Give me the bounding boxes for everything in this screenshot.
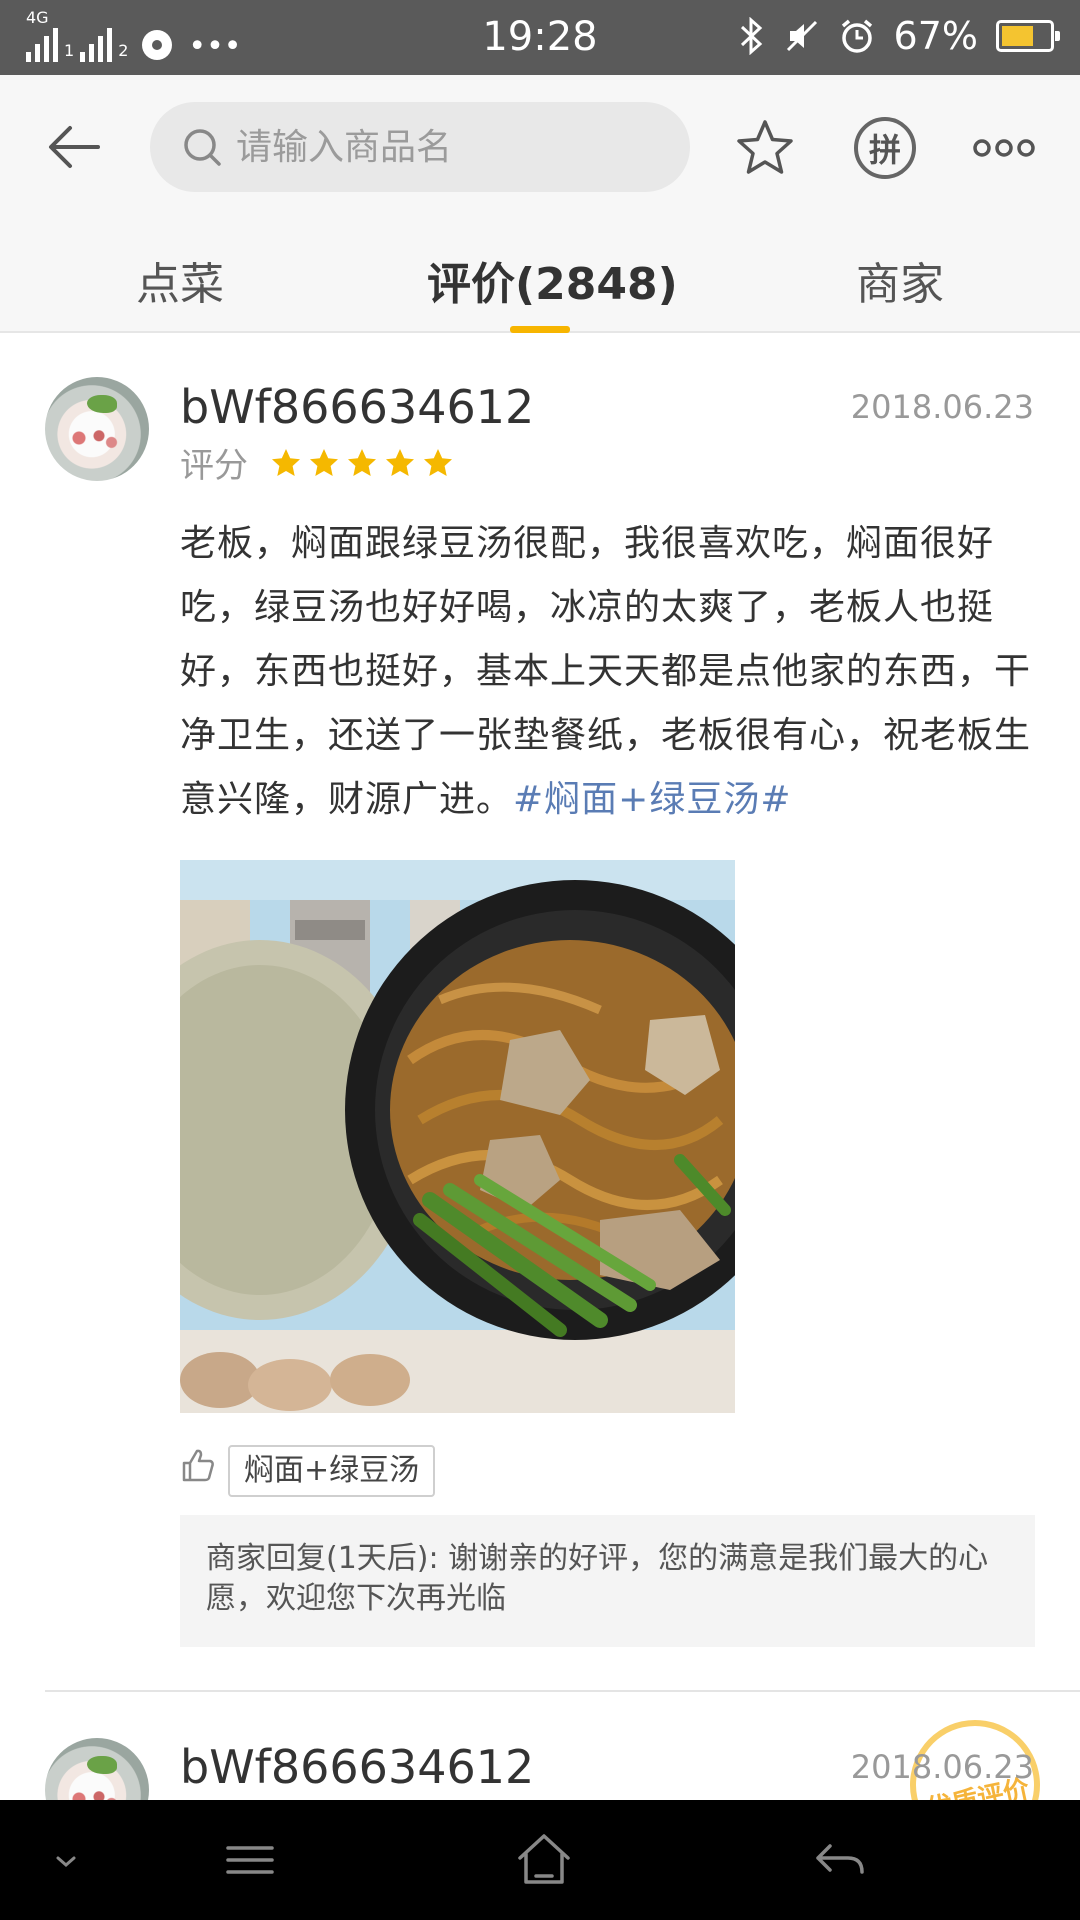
- thumbs-up-icon[interactable]: [180, 1447, 216, 1483]
- tab-merchant[interactable]: 商家: [856, 248, 944, 312]
- review-body: 老板，焖面跟绿豆汤很配，我很喜欢吃，焖面很好吃，绿豆汤也好好喝，冰凉的太爽了，老…: [180, 523, 1032, 820]
- status-right: 67%: [736, 14, 1060, 58]
- star-icon: [310, 448, 338, 476]
- more-options-icon[interactable]: [972, 117, 1036, 179]
- rating-row: 评分: [180, 438, 454, 487]
- review-photo[interactable]: [180, 860, 735, 1413]
- home-icon[interactable]: [512, 1828, 576, 1892]
- rating-stars: [270, 447, 454, 479]
- tab-order[interactable]: 点菜: [136, 248, 224, 312]
- review-divider: [45, 1690, 1080, 1692]
- star-icon: [348, 448, 376, 476]
- rating-label: 评分: [180, 446, 248, 486]
- chevron-down-icon[interactable]: [36, 1828, 96, 1892]
- top-navigation: 拼: [0, 75, 1080, 220]
- status-bar: 4G 1 2 ••• 19:28 67%: [0, 0, 1080, 75]
- star-icon: [386, 448, 414, 476]
- star-icon: [272, 448, 300, 476]
- group-order-pin-icon[interactable]: 拼: [854, 117, 916, 179]
- merchant-reply: 商家回复(1天后): 谢谢亲的好评，您的满意是我们最大的心愿，欢迎您下次再光临: [180, 1515, 1035, 1647]
- favorite-star-icon[interactable]: [734, 117, 796, 179]
- star-icon: [424, 448, 452, 476]
- pin-label: 拼: [868, 131, 901, 169]
- mute-icon: [786, 20, 817, 52]
- tab-bar: 点菜 评价(2848) 商家: [0, 220, 1080, 333]
- active-tab-indicator: [510, 326, 570, 333]
- search-bar[interactable]: [150, 102, 690, 192]
- alarm-icon: [841, 19, 872, 53]
- review-username: bWf866634612: [180, 1740, 535, 1794]
- search-icon: [184, 129, 221, 166]
- system-navigation-bar: [0, 1800, 1080, 1920]
- review-hashtag[interactable]: #焖面+绿豆汤#: [513, 779, 792, 820]
- review-text: 老板，焖面跟绿豆汤很配，我很喜欢吃，焖面很好吃，绿豆汤也好好喝，冰凉的太爽了，老…: [180, 512, 1040, 832]
- search-input[interactable]: [236, 126, 636, 168]
- food-photo-image: [180, 860, 735, 1413]
- review-date: 2018.06.23: [850, 1748, 1034, 1786]
- dish-tag[interactable]: 焖面+绿豆汤: [228, 1445, 436, 1497]
- avatar[interactable]: [45, 377, 149, 481]
- back-icon[interactable]: [808, 1828, 872, 1892]
- back-arrow-icon[interactable]: [44, 117, 104, 177]
- bluetooth-icon: [740, 17, 762, 55]
- review-username: bWf866634612: [180, 380, 535, 434]
- menu-icon[interactable]: [218, 1828, 282, 1892]
- tab-reviews[interactable]: 评价(2848): [427, 248, 678, 312]
- battery-icon: [996, 20, 1060, 52]
- battery-percent: 67%: [893, 14, 978, 58]
- review-date: 2018.06.23: [850, 388, 1034, 426]
